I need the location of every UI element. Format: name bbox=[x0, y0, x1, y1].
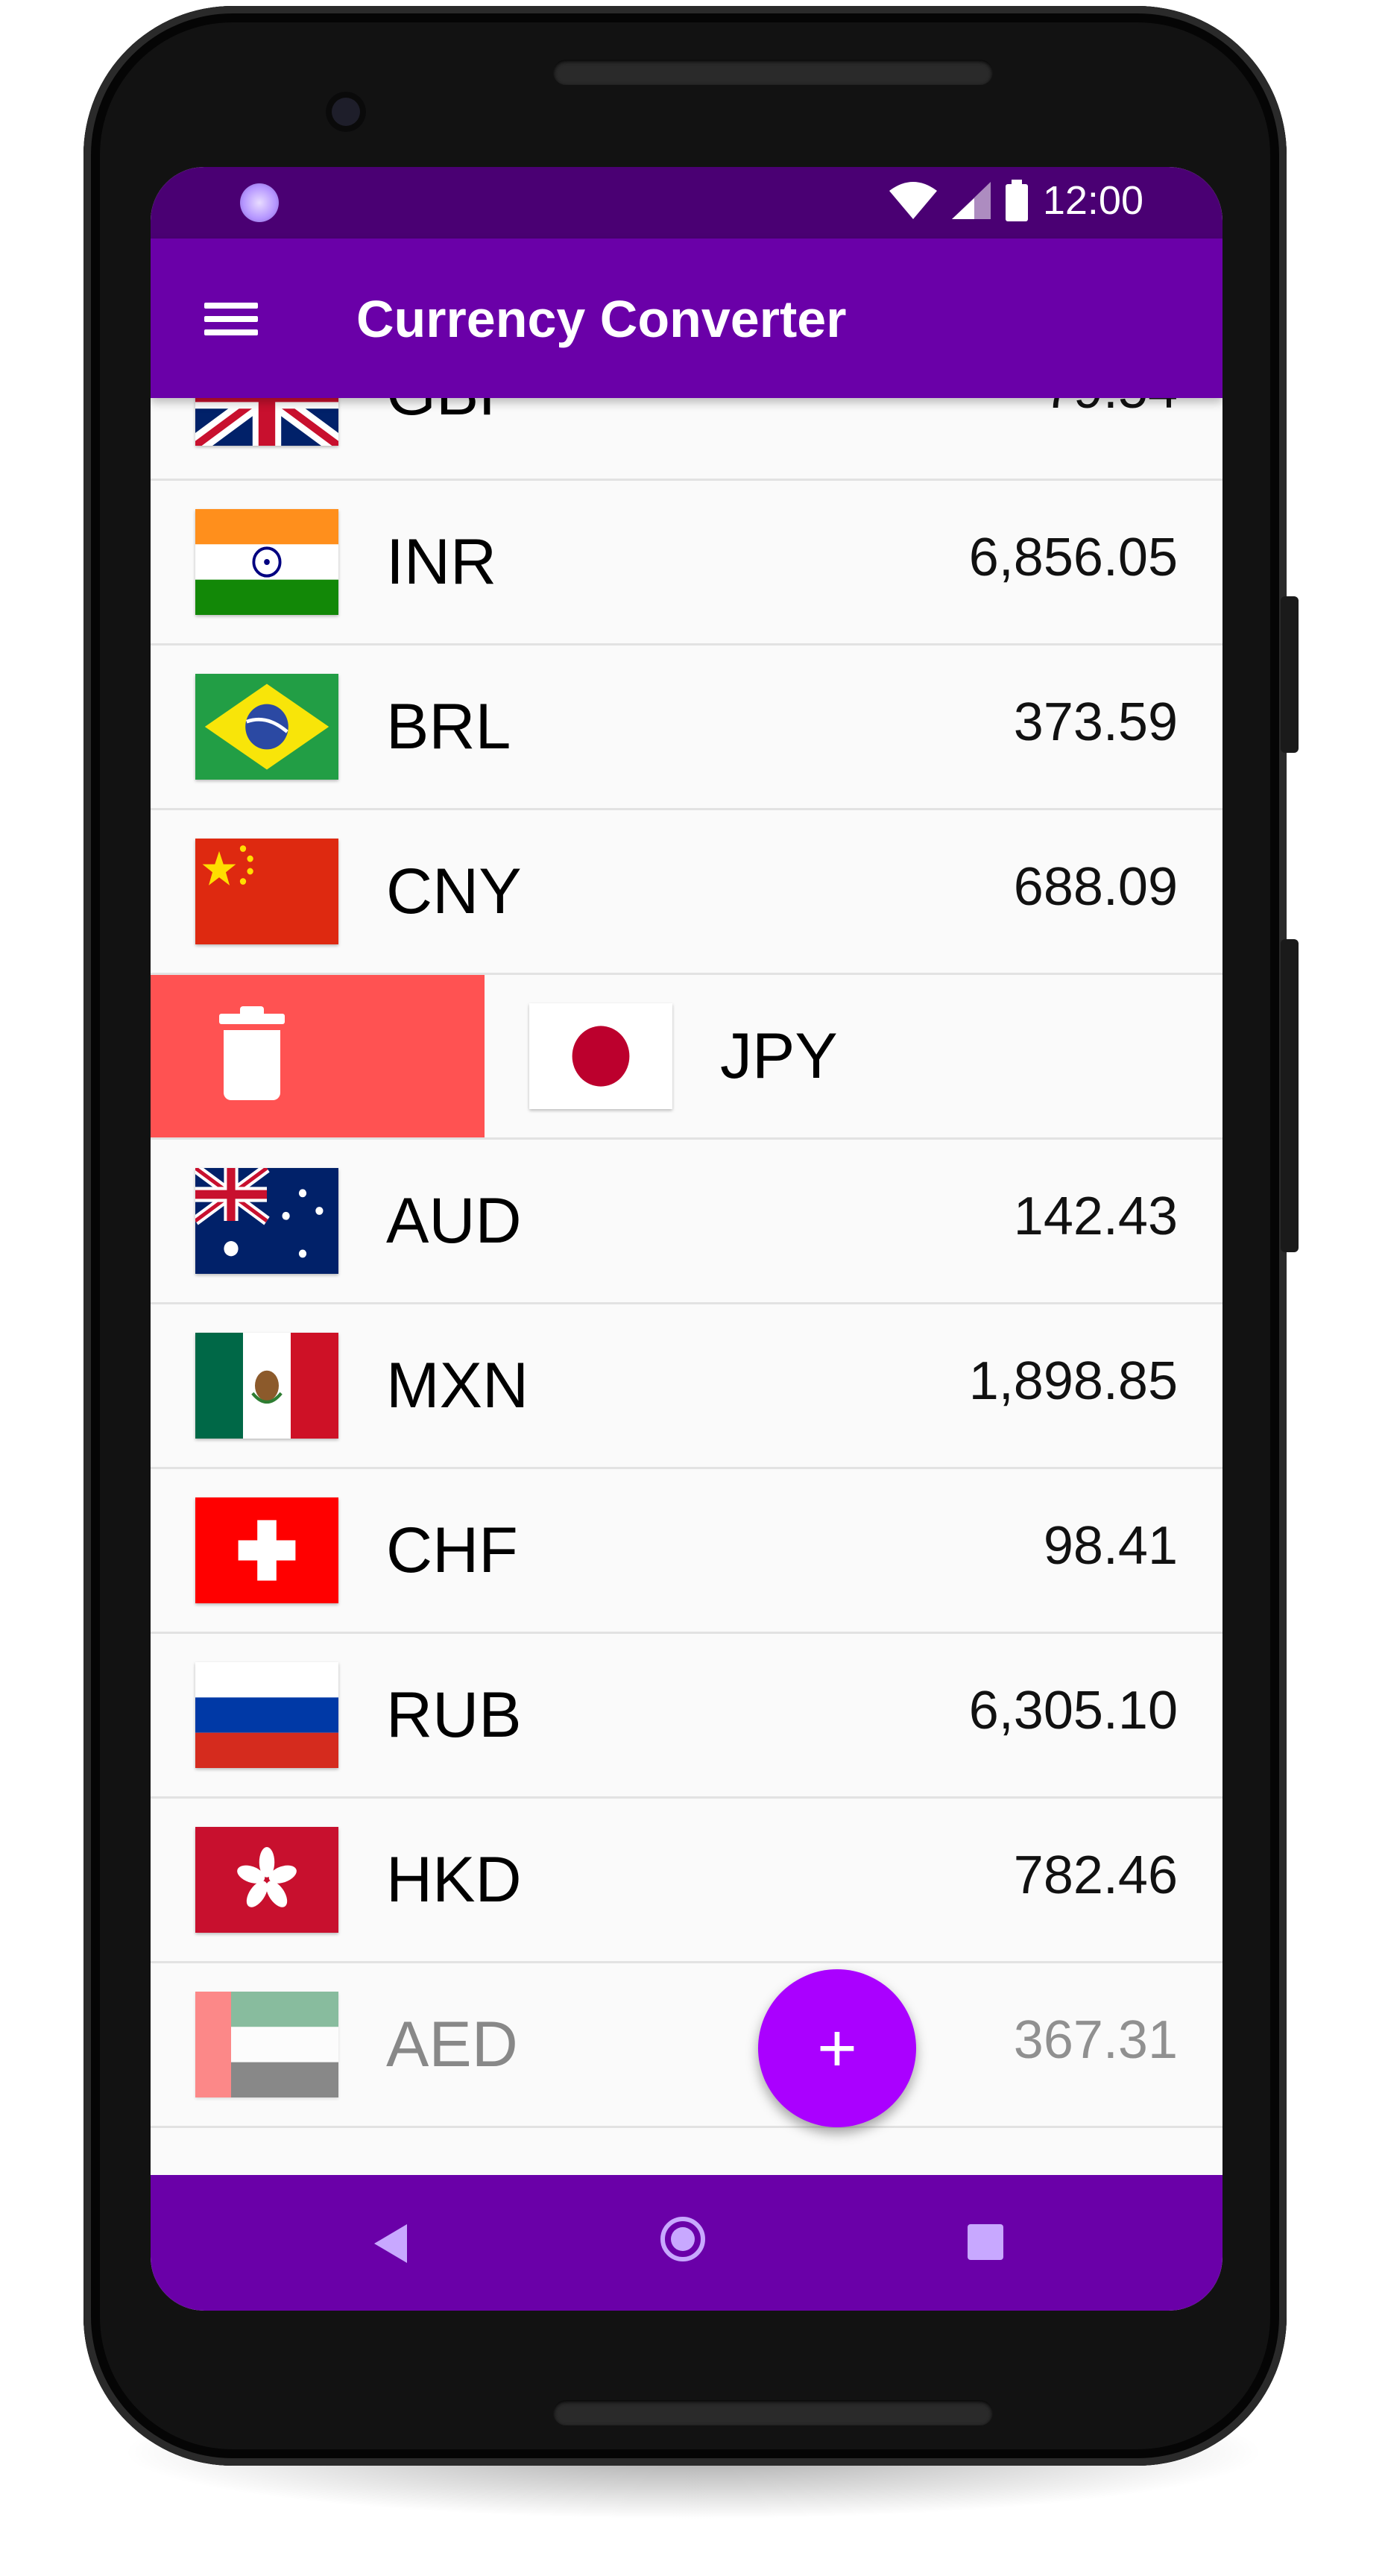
currency-row-rub[interactable]: RUB 6,305.10 bbox=[151, 1634, 1222, 1799]
flag-cn-icon bbox=[195, 839, 338, 944]
currency-amount[interactable]: 6,856.05 bbox=[969, 527, 1178, 588]
currency-amount[interactable]: 1,898.85 bbox=[969, 1351, 1178, 1412]
status-time: 12:00 bbox=[1042, 178, 1143, 223]
delete-swipe-area[interactable] bbox=[151, 975, 485, 1137]
currency-list: GBP 79.54 INR 6,856.05 bbox=[151, 331, 1222, 2128]
flag-mx-icon bbox=[195, 1333, 338, 1439]
currency-row-cny[interactable]: CNY 688.09 bbox=[151, 810, 1222, 975]
currency-row-hkd[interactable]: HKD 782.46 bbox=[151, 1799, 1222, 1963]
plus-icon: + bbox=[817, 2010, 857, 2086]
volume-button bbox=[1281, 939, 1299, 1252]
currency-row-brl[interactable]: BRL 373.59 bbox=[151, 645, 1222, 810]
battery-icon bbox=[1005, 180, 1028, 221]
currency-row-aud[interactable]: AUD 142.43 bbox=[151, 1140, 1222, 1304]
currency-code: CNY bbox=[386, 856, 522, 927]
currency-code: RUB bbox=[386, 1679, 522, 1751]
currency-amount[interactable]: 6,305.10 bbox=[969, 1680, 1178, 1741]
flag-ch-icon bbox=[195, 1497, 338, 1603]
bottom-speaker bbox=[553, 2400, 993, 2425]
menu-button[interactable] bbox=[191, 283, 262, 355]
top-speaker bbox=[553, 60, 993, 85]
currency-row-aed[interactable]: AED 367.31 bbox=[151, 1963, 1222, 2128]
flag-in-icon bbox=[195, 509, 338, 615]
currency-code: AUD bbox=[386, 1185, 522, 1257]
add-currency-button[interactable]: + bbox=[758, 1969, 916, 2127]
flag-au-icon bbox=[195, 1168, 338, 1274]
currency-code: JPY bbox=[720, 1020, 838, 1092]
currency-amount[interactable]: 688.09 bbox=[1014, 856, 1178, 918]
currency-amount[interactable]: 373.59 bbox=[1014, 692, 1178, 753]
app-bar: Currency Converter bbox=[151, 239, 1222, 398]
cell-signal-icon bbox=[951, 182, 991, 219]
currency-code: BRL bbox=[386, 691, 511, 763]
currency-amount[interactable]: 98.41 bbox=[1044, 1515, 1178, 1576]
currency-row-mxn[interactable]: MXN 1,898.85 bbox=[151, 1304, 1222, 1469]
currency-code: MXN bbox=[386, 1350, 529, 1421]
currency-amount[interactable]: 782.46 bbox=[1014, 1845, 1178, 1906]
status-icons: 12:00 bbox=[889, 177, 1143, 224]
wifi-icon bbox=[889, 182, 937, 219]
currency-amount[interactable]: 142.43 bbox=[1014, 1186, 1178, 1247]
notification-icon bbox=[240, 183, 279, 222]
currency-code: AED bbox=[386, 2009, 518, 2080]
flag-hk-icon bbox=[195, 1827, 338, 1933]
currency-code: HKD bbox=[386, 1844, 522, 1916]
recent-apps-icon[interactable] bbox=[968, 2224, 1003, 2260]
power-button bbox=[1281, 596, 1299, 753]
flag-ae-icon bbox=[195, 1992, 338, 2097]
back-icon[interactable] bbox=[374, 2224, 407, 2263]
flag-ru-icon bbox=[195, 1662, 338, 1768]
swiped-row-content[interactable]: JPY bbox=[485, 975, 1222, 1137]
status-bar: 12:00 bbox=[151, 167, 1222, 239]
front-camera bbox=[326, 92, 366, 132]
currency-row-chf[interactable]: CHF 98.41 bbox=[151, 1469, 1222, 1634]
currency-code: CHF bbox=[386, 1515, 518, 1586]
flag-br-icon bbox=[195, 674, 338, 780]
screen: 12:00 Currency Converter GBP 79.54 bbox=[151, 167, 1222, 2311]
currency-amount[interactable]: 367.31 bbox=[1014, 2010, 1178, 2071]
system-nav-bar bbox=[151, 2175, 1222, 2311]
flag-jp-icon bbox=[529, 1003, 672, 1109]
currency-row-inr[interactable]: INR 6,856.05 bbox=[151, 481, 1222, 645]
trash-icon[interactable] bbox=[219, 1006, 285, 1100]
home-icon[interactable] bbox=[660, 2217, 705, 2261]
currency-row-jpy[interactable]: JPY bbox=[151, 975, 1222, 1140]
app-title: Currency Converter bbox=[356, 290, 847, 348]
currency-code: INR bbox=[386, 526, 497, 598]
